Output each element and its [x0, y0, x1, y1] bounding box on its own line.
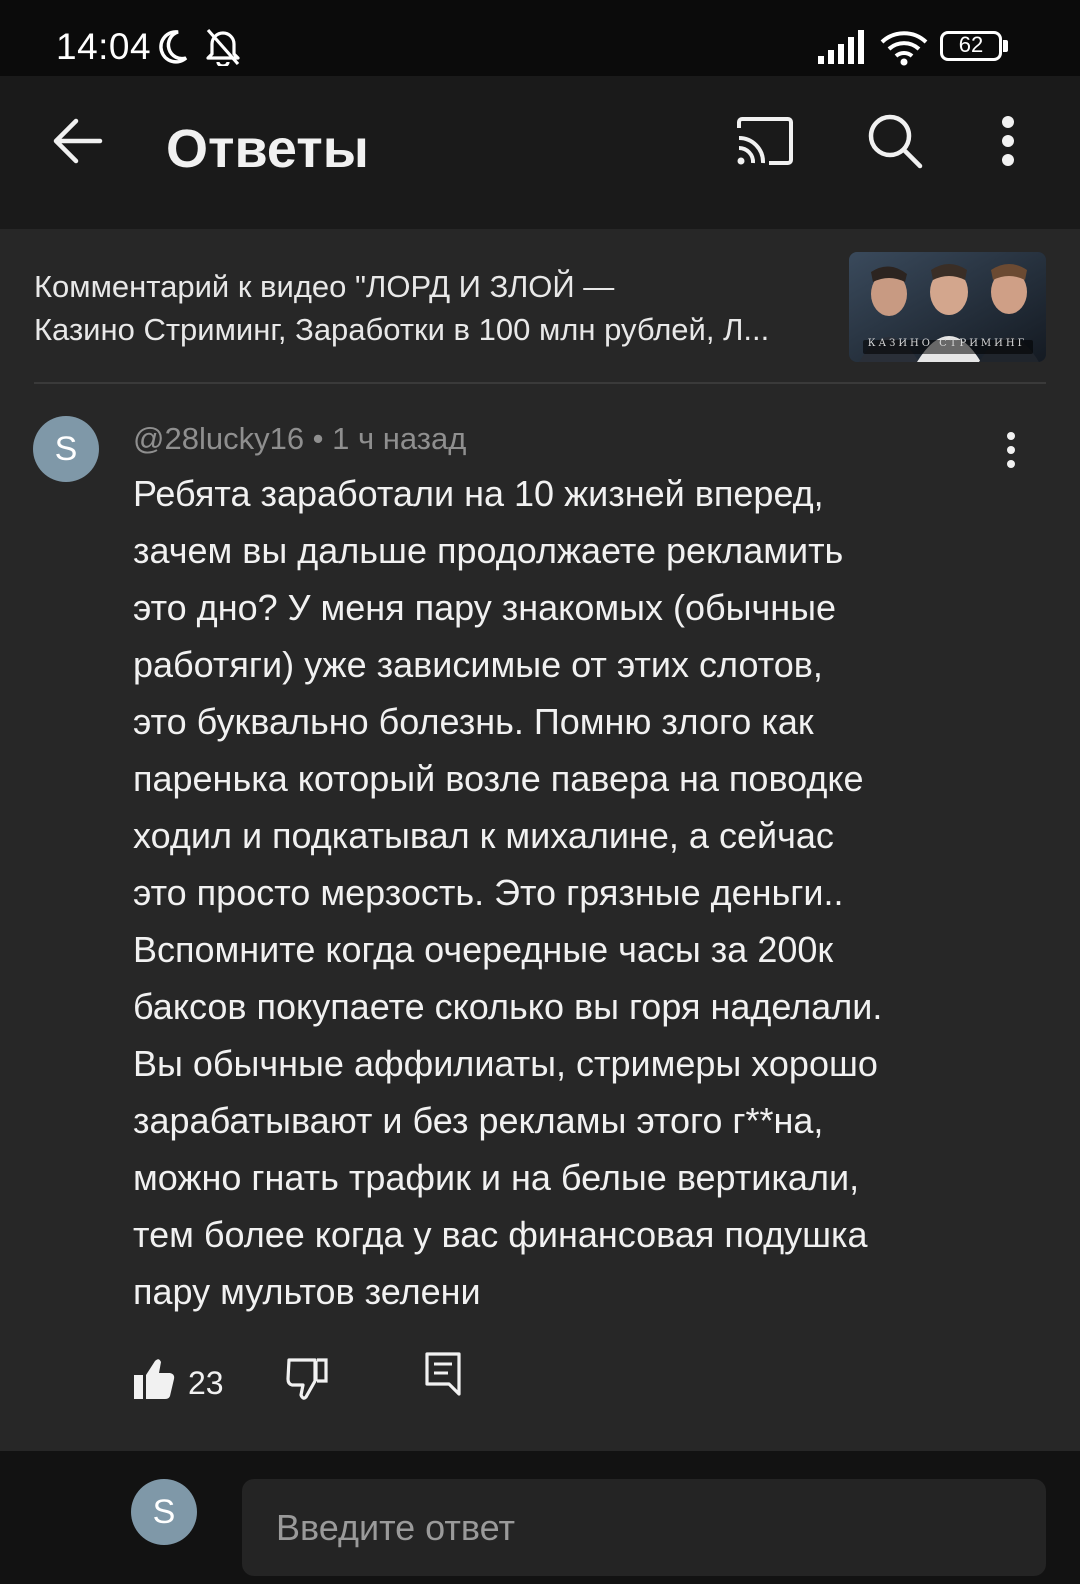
comment-author[interactable]: @28lucky16	[133, 421, 304, 456]
like-count: 23	[188, 1365, 224, 1401]
video-thumbnail[interactable]: КАЗИНО СТРИМИНГ	[849, 252, 1046, 362]
avatar[interactable]: S	[33, 416, 99, 482]
comment-line: паренька который возле павера на поводке	[133, 758, 864, 799]
wifi-icon	[880, 31, 928, 66]
video-reference[interactable]: Комментарий к видео "ЛОРД И ЗЛОЙ — Казин…	[34, 265, 834, 351]
battery-tip	[1003, 40, 1008, 52]
replies-panel: Комментарий к видео "ЛОРД И ЗЛОЙ — Казин…	[0, 229, 1080, 1451]
thumbs-up-icon[interactable]	[133, 1357, 175, 1401]
comment-line: это просто мерзость. Это грязные деньги.…	[133, 872, 844, 913]
comment-line: Ребята заработали на 10 жизней вперед,	[133, 473, 824, 514]
signal-icon	[818, 30, 864, 64]
comment-line: это буквально болезнь. Помню злого как	[133, 701, 814, 742]
cast-icon[interactable]	[735, 116, 795, 168]
comment-text: Ребята заработали на 10 жизней вперед, з…	[133, 465, 993, 1320]
more-vert-icon[interactable]	[996, 114, 1020, 168]
user-avatar[interactable]: S	[131, 1479, 197, 1545]
search-icon[interactable]	[866, 112, 924, 170]
battery-icon: 62	[940, 31, 1002, 61]
reply-icon[interactable]	[424, 1351, 462, 1399]
comment-line: Вы обычные аффилиаты, стримеры хорошо	[133, 1043, 878, 1084]
status-time: 14:04	[56, 26, 152, 67]
comment-line: баксов покупаете сколько вы горя наделал…	[133, 986, 883, 1027]
back-arrow-icon[interactable]	[50, 116, 104, 166]
meta-separator: •	[304, 421, 333, 456]
reply-bar: S	[0, 1451, 1080, 1584]
comment-more-icon[interactable]	[1004, 431, 1018, 469]
page-title: Ответы	[166, 119, 369, 179]
comment-line: ходил и подкатывал к михалине, а сейчас	[133, 815, 834, 856]
comment-line: Вспомните когда очередные часы за 200к	[133, 929, 834, 970]
moon-icon	[159, 30, 188, 64]
comment-line: это дно? У меня пару знакомых (обычные	[133, 587, 837, 628]
video-title-line: Комментарий к видео "ЛОРД И ЗЛОЙ —	[34, 269, 615, 304]
comment-line: зарабатывают и без рекламы этого г**на,	[133, 1100, 824, 1141]
app-bar: Ответы	[0, 76, 1080, 229]
comment-line: работяги) уже зависимые от этих слотов,	[133, 644, 823, 685]
thumbs-down-icon[interactable]	[286, 1357, 328, 1401]
comment-line: пару мультов зелени	[133, 1271, 481, 1312]
video-title-line: Казино Стриминг, Заработки в 100 млн руб…	[34, 312, 770, 347]
comment-line: можно гнать трафик и на белые вертикали,	[133, 1157, 860, 1198]
comment-time: 1 ч назад	[332, 421, 467, 456]
thumbnail-caption: КАЗИНО СТРИМИНГ	[867, 338, 1028, 349]
battery-level: 62	[958, 32, 984, 57]
comment-line: тем более когда у вас финансовая подушка	[133, 1214, 868, 1255]
comment-line: зачем вы дальше продолжаете рекламить	[133, 530, 844, 571]
comment-meta: @28lucky16 • 1 ч назад	[133, 421, 466, 457]
divider	[34, 382, 1046, 384]
reply-input[interactable]	[242, 1479, 1046, 1576]
bell-off-icon	[206, 28, 240, 66]
status-bar: 14:04 62	[0, 0, 1080, 76]
